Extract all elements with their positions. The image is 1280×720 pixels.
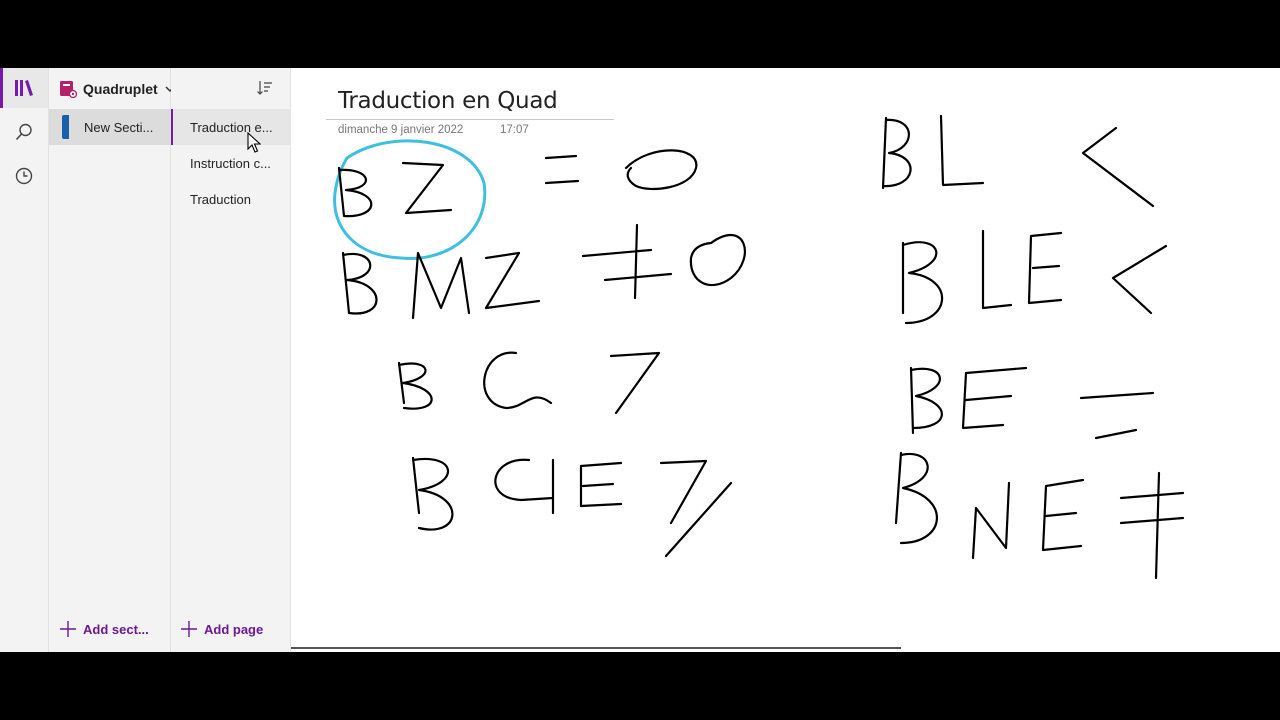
search-icon: [15, 123, 32, 141]
handwriting-ink: [333, 114, 1185, 580]
pages-pane: Traduction e... Instruction c... Traduct…: [171, 68, 292, 652]
mouse-cursor-icon: [247, 132, 261, 153]
section-label: New Secti...: [84, 119, 154, 135]
search-button[interactable]: [0, 112, 48, 152]
page-label: Instruction c...: [190, 155, 271, 171]
page-item[interactable]: Traduction: [171, 181, 290, 217]
page-item[interactable]: Instruction c...: [171, 145, 290, 181]
page-item[interactable]: Traduction e...: [171, 109, 292, 145]
onenote-window: Quadruplet New Secti... Add sect... Trad…: [0, 68, 1280, 652]
sections-pane: Quadruplet New Secti... Add sect...: [49, 68, 175, 652]
sort-button[interactable]: [256, 79, 274, 97]
plus-icon: [181, 621, 197, 637]
section-item[interactable]: New Secti...: [49, 109, 170, 145]
notebook-switcher[interactable]: Quadruplet: [59, 79, 176, 99]
page-canvas[interactable]: Traduction en Quad dimanche 9 janvier 20…: [291, 68, 1280, 652]
add-page-button[interactable]: Add page: [180, 620, 263, 638]
section-color-tab: [62, 115, 69, 139]
recent-button[interactable]: [0, 156, 48, 196]
add-section-button[interactable]: Add sect...: [59, 620, 149, 638]
horizontal-scrollbar[interactable]: [291, 647, 901, 649]
notebook-icon: [60, 81, 77, 98]
nav-rail: [0, 68, 49, 652]
notebooks-button[interactable]: [0, 68, 48, 108]
page-label: Traduction: [190, 191, 251, 207]
sort-icon: [257, 81, 272, 95]
notebooks-icon: [15, 80, 33, 96]
add-section-label: Add sect...: [83, 621, 149, 637]
add-page-label: Add page: [204, 621, 264, 637]
plus-icon: [60, 621, 76, 637]
recent-icon: [15, 167, 33, 185]
notebook-title: Quadruplet: [83, 81, 158, 97]
